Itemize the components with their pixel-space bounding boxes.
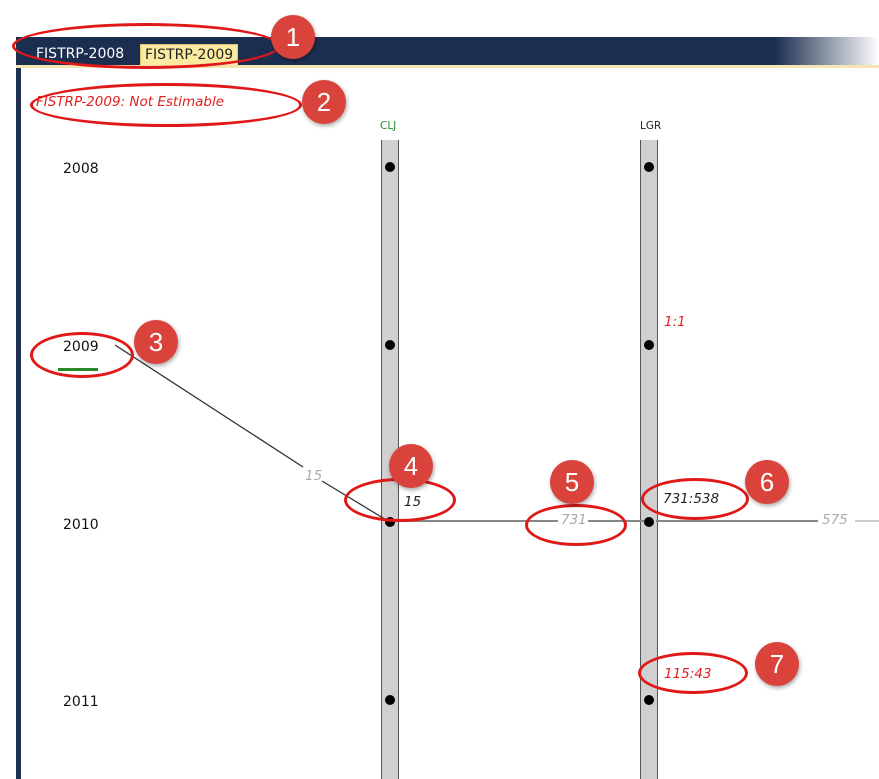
callout-badge-6: 6 xyxy=(745,460,789,504)
highlight-ring-7 xyxy=(638,652,748,694)
node-lgr-2009[interactable] xyxy=(644,340,654,350)
edge-label-year-to-clj: 15 xyxy=(305,468,323,484)
callout-badge-2: 2 xyxy=(302,80,346,124)
node-clj-2008[interactable] xyxy=(385,162,395,172)
node-lgr-2008[interactable] xyxy=(644,162,654,172)
callout-badge-1: 1 xyxy=(271,15,315,59)
node-lgr-2011[interactable] xyxy=(644,695,654,705)
highlight-ring-1 xyxy=(12,23,280,69)
node-lgr-2010[interactable] xyxy=(644,517,654,527)
callout-badge-5: 5 xyxy=(550,460,594,504)
highlight-ring-3 xyxy=(30,332,134,378)
connector-2009-upper xyxy=(114,344,304,468)
callout-badge-4: 4 xyxy=(389,444,433,488)
node-clj-2011[interactable] xyxy=(385,695,395,705)
callout-badge-3: 3 xyxy=(134,320,178,364)
highlight-ring-6 xyxy=(641,478,749,520)
highlight-ring-2 xyxy=(30,83,302,127)
highlight-ring-5 xyxy=(525,504,627,546)
edge-label-lgr-ratio-2009: 1:1 xyxy=(664,314,686,330)
callout-badge-7: 7 xyxy=(755,642,799,686)
edge-label-lgr-outgoing: 575 xyxy=(822,512,848,528)
node-clj-2009[interactable] xyxy=(385,340,395,350)
